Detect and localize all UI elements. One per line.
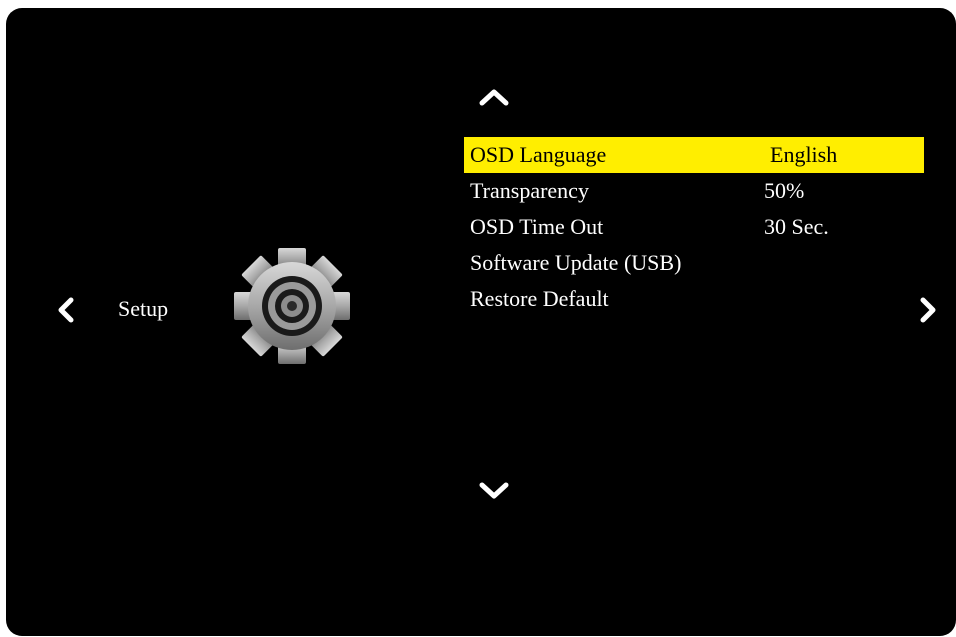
menu-item-label: Restore Default	[470, 286, 609, 311]
chevron-down-icon[interactable]	[478, 480, 510, 502]
section-title: Setup	[118, 296, 169, 321]
chevron-up-icon[interactable]	[478, 86, 510, 108]
menu-item-label: Transparency	[470, 178, 589, 203]
menu-item-label: OSD Time Out	[470, 214, 604, 239]
menu-item-restore-default[interactable]: Restore Default	[464, 281, 924, 317]
settings-menu: OSD Language English Transparency 50% OS…	[464, 137, 924, 317]
gear-icon	[230, 244, 354, 368]
menu-item-osd-time-out[interactable]: OSD Time Out 30 Sec.	[464, 209, 924, 245]
menu-item-label: Software Update (USB)	[470, 250, 682, 275]
chevron-left-icon[interactable]	[56, 296, 76, 324]
menu-item-value: 50%	[764, 178, 805, 203]
menu-item-software-update[interactable]: Software Update (USB)	[464, 245, 924, 281]
menu-item-value: 30 Sec.	[764, 214, 829, 239]
chevron-right-icon[interactable]	[918, 296, 938, 324]
osd-screen: Setup OSD Language English Transparency …	[6, 8, 956, 636]
menu-item-osd-language[interactable]: OSD Language English	[464, 137, 924, 173]
menu-item-label: OSD Language	[470, 142, 607, 167]
menu-item-value: English	[770, 142, 838, 167]
menu-item-transparency[interactable]: Transparency 50%	[464, 173, 924, 209]
